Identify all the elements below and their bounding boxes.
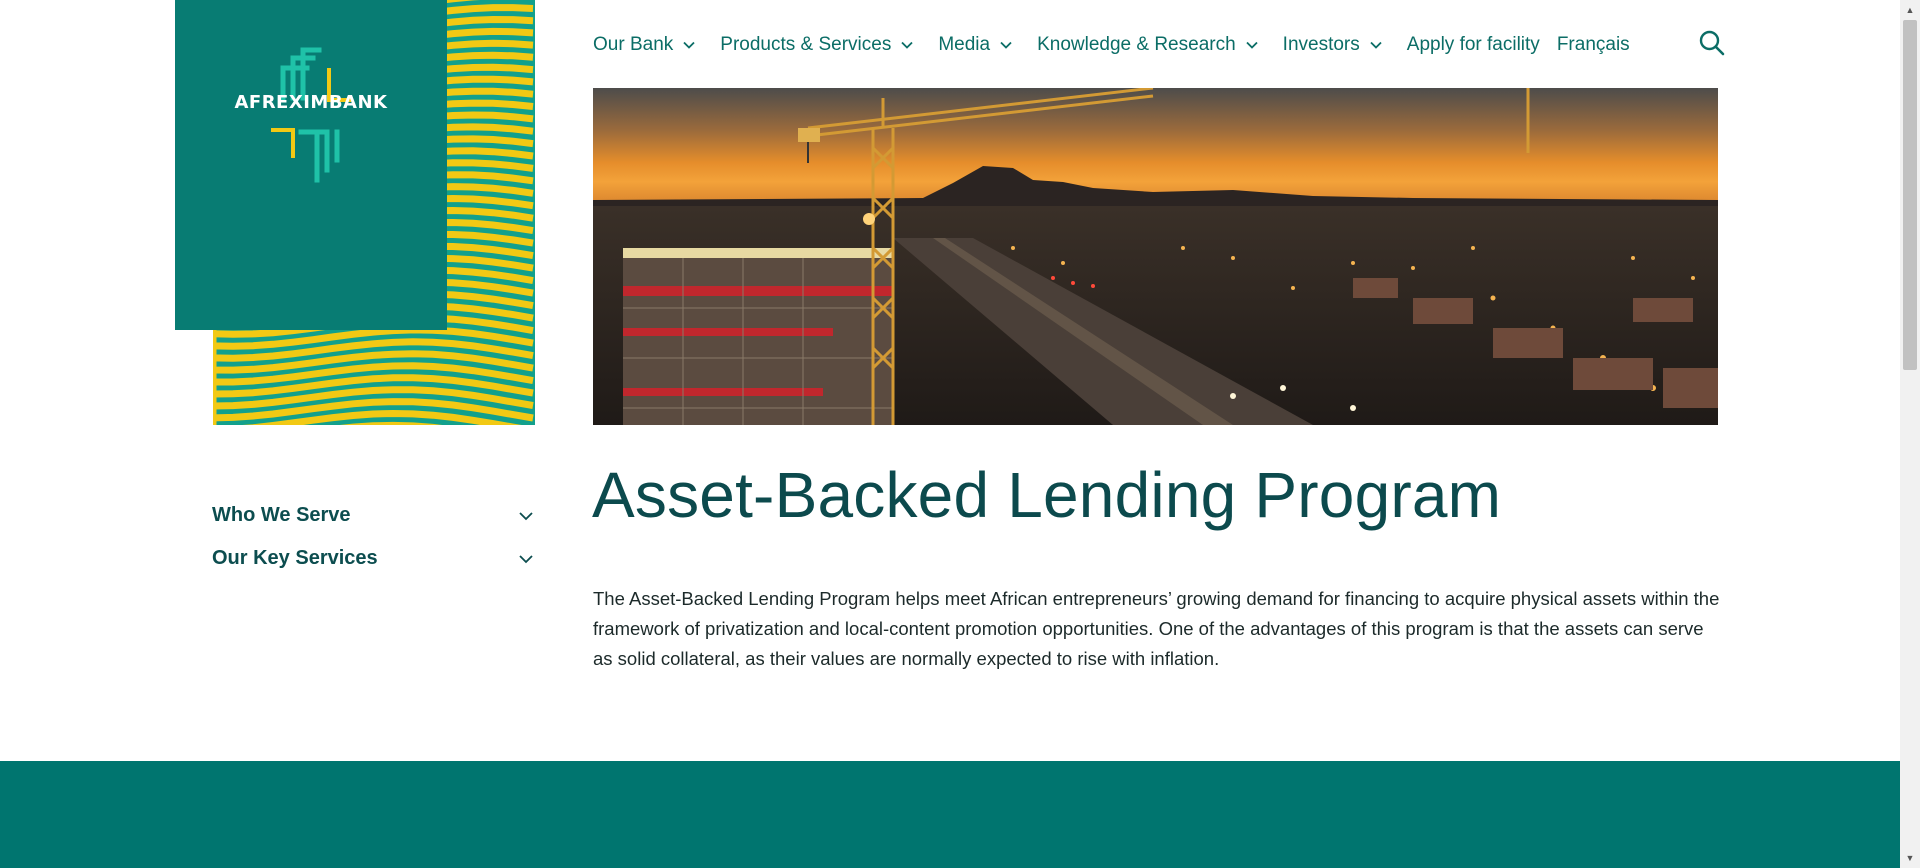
nav-item-label: Our Bank xyxy=(593,34,674,55)
sidebar-item-label: Who We Serve xyxy=(212,504,351,526)
nav-item-label: Media xyxy=(938,34,991,55)
scroll-up-icon[interactable]: ▲ xyxy=(1900,2,1920,18)
chevron-down-icon xyxy=(999,38,1013,52)
nav-item-label: Knowledge & Research xyxy=(1037,34,1236,55)
sidebar-item-our-key-services[interactable]: Our Key Services xyxy=(212,547,534,570)
chevron-down-icon xyxy=(1369,38,1383,52)
nav-item-media[interactable]: Media xyxy=(938,34,1013,56)
logo-block[interactable]: AFREXIMBANK xyxy=(175,0,535,425)
nav-item-language-francais[interactable]: Français xyxy=(1557,34,1630,56)
search-icon xyxy=(1699,30,1725,56)
nav-item-label: Français xyxy=(1556,34,1630,55)
chevron-down-icon xyxy=(682,38,696,52)
hero-image xyxy=(593,88,1718,425)
chevron-down-icon xyxy=(518,551,534,567)
footer-band xyxy=(0,761,1900,868)
construction-city-sunset-image xyxy=(593,88,1718,425)
chevron-down-icon xyxy=(900,38,914,52)
page-title: Asset-Backed Lending Program xyxy=(592,459,1502,531)
main-nav: Our Bank Products & Services Media Knowl… xyxy=(593,30,1647,60)
nav-item-investors[interactable]: Investors xyxy=(1283,34,1383,56)
scroll-down-icon[interactable]: ▼ xyxy=(1900,850,1920,866)
vertical-scrollbar[interactable]: ▲ ▼ xyxy=(1900,0,1920,868)
logo-wordmark: AFREXIMBANK xyxy=(234,92,388,113)
chevron-down-icon xyxy=(518,508,534,524)
nav-item-label: Apply for facility xyxy=(1406,34,1540,55)
page-description: The Asset-Backed Lending Program helps m… xyxy=(593,588,1720,669)
nav-item-products-services[interactable]: Products & Services xyxy=(720,34,914,56)
nav-item-knowledge-research[interactable]: Knowledge & Research xyxy=(1037,34,1259,56)
nav-item-label: Investors xyxy=(1282,34,1360,55)
chevron-down-icon xyxy=(1245,38,1259,52)
afreximbank-logo-icon xyxy=(271,47,351,183)
sidebar-item-who-we-serve[interactable]: Who We Serve xyxy=(212,504,534,527)
logo-panel: AFREXIMBANK xyxy=(175,0,447,330)
scrollbar-thumb[interactable] xyxy=(1903,20,1917,370)
search-button[interactable] xyxy=(1698,29,1726,57)
nav-item-our-bank[interactable]: Our Bank xyxy=(593,34,696,56)
nav-item-label: Products & Services xyxy=(720,34,892,55)
nav-item-apply-for-facility[interactable]: Apply for facility xyxy=(1407,34,1540,56)
sidebar-item-label: Our Key Services xyxy=(212,547,378,569)
